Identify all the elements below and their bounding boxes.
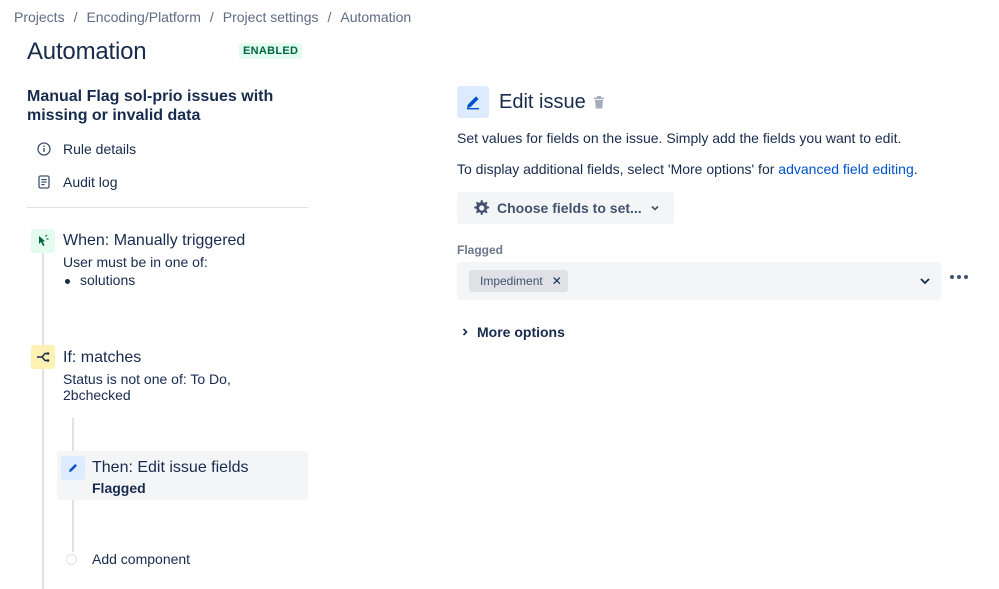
breadcrumb-automation[interactable]: Automation	[340, 9, 411, 25]
action-title: Then: Edit issue fields	[92, 458, 249, 478]
choose-fields-label: Choose fields to set...	[497, 200, 642, 216]
cursor-click-icon	[31, 229, 55, 253]
chevron-down-icon	[650, 203, 660, 213]
sidebar-divider	[27, 207, 308, 208]
more-actions-icon[interactable]	[948, 266, 970, 288]
breadcrumb-project-settings[interactable]: Project settings	[223, 9, 319, 25]
trash-icon[interactable]	[592, 95, 606, 109]
more-options-label: More options	[477, 324, 565, 340]
audit-log-label: Audit log	[63, 174, 117, 190]
chevron-down-icon[interactable]	[917, 273, 933, 289]
advanced-desc-suffix: .	[914, 161, 918, 177]
branch-line	[72, 500, 74, 552]
pencil-icon	[61, 456, 85, 480]
list-item: solutions	[63, 272, 293, 289]
breadcrumb-separator: /	[318, 9, 340, 25]
breadcrumb-separator: /	[201, 9, 223, 25]
info-icon	[36, 141, 52, 157]
breadcrumb: Projects / Encoding/Platform / Project s…	[14, 9, 411, 25]
condition-title: If: matches	[63, 348, 283, 368]
condition-desc: Status is not one of: To Do, 2bchecked	[63, 371, 248, 403]
advanced-field-editing-link[interactable]: advanced field editing	[778, 161, 913, 177]
action-step[interactable]: Then: Edit issue fields Flagged	[57, 451, 308, 500]
page-title: Automation	[27, 38, 146, 66]
document-icon	[36, 174, 52, 190]
tag-label: Impediment	[480, 274, 543, 288]
choose-fields-button[interactable]: Choose fields to set...	[457, 192, 674, 224]
trigger-desc: User must be in one of:	[63, 254, 293, 270]
audit-log-link[interactable]: Audit log	[36, 174, 117, 190]
gear-icon	[471, 198, 491, 218]
action-subtitle: Flagged	[92, 480, 249, 496]
panel-title: Edit issue	[499, 91, 586, 114]
rule-name: Manual Flag sol-prio issues with missing…	[27, 87, 287, 125]
breadcrumb-project[interactable]: Encoding/Platform	[86, 9, 200, 25]
flagged-select[interactable]: Impediment ✕	[457, 262, 941, 300]
advanced-desc-text: To display additional fields, select 'Mo…	[457, 161, 778, 177]
remove-tag-icon[interactable]: ✕	[552, 274, 562, 288]
add-component-label: Add component	[92, 551, 190, 567]
flagged-field-label: Flagged	[457, 243, 503, 257]
chevron-right-icon	[460, 327, 470, 337]
rule-chain-line	[42, 250, 44, 589]
panel-description: Set values for fields on the issue. Simp…	[457, 130, 901, 146]
trigger-group-list: solutions	[63, 272, 293, 289]
panel-description-advanced: To display additional fields, select 'Mo…	[457, 161, 918, 177]
trigger-title: When: Manually triggered	[63, 231, 293, 251]
status-badge: ENABLED	[239, 43, 302, 59]
impediment-tag: Impediment ✕	[469, 270, 568, 292]
rule-details-label: Rule details	[63, 141, 136, 157]
branch-line	[72, 418, 74, 452]
breadcrumb-separator: /	[65, 9, 87, 25]
more-options-toggle[interactable]: More options	[460, 324, 565, 340]
branch-icon	[31, 345, 55, 369]
add-dot-icon	[66, 554, 77, 565]
rule-details-link[interactable]: Rule details	[36, 141, 136, 157]
edit-issue-icon	[457, 86, 489, 118]
add-component-button[interactable]: Add component	[66, 551, 190, 567]
breadcrumb-projects[interactable]: Projects	[14, 9, 65, 25]
